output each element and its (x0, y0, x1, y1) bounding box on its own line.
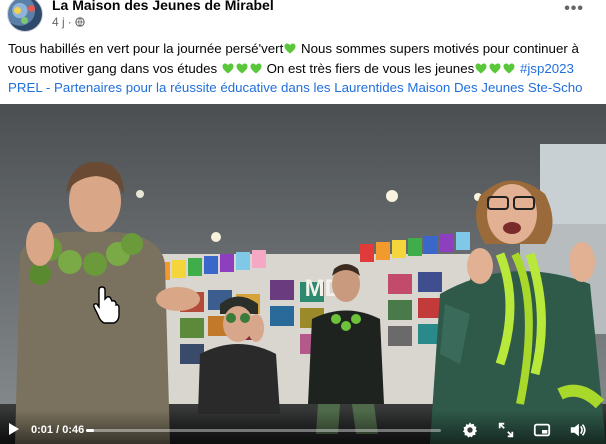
post-header: La Maison des Jeunes de Mirabel 4 j · ••… (0, 0, 606, 34)
video-frame: MDJ (0, 104, 606, 444)
globe-icon (74, 17, 85, 27)
hashtag-link[interactable]: #jsp2023 (520, 61, 574, 76)
mention-link-prel[interactable]: PREL - Partenaires pour la réussite éduc… (8, 80, 404, 95)
green-heart-icon (284, 43, 296, 54)
post-text-part: On est très fiers de vous les jeunes (262, 60, 475, 76)
mention-link-mdj[interactable]: Maison Des Jeunes Ste-Scho (407, 80, 582, 95)
post-text: Tous habillés en vert pour la journée pe… (8, 39, 598, 98)
post-text-part: Tous habillés en vert pour la journée pe… (8, 41, 284, 56)
green-heart-icon (250, 63, 262, 73)
settings-icon[interactable] (461, 421, 479, 439)
green-heart-icon (489, 63, 501, 73)
volume-icon[interactable] (569, 421, 587, 439)
time-separator: / (53, 424, 63, 436)
progress-fill (86, 429, 94, 432)
post-time[interactable]: 4 j (52, 15, 65, 29)
miniplayer-icon[interactable] (533, 421, 551, 439)
green-heart-icon (503, 63, 515, 73)
page-name[interactable]: La Maison des Jeunes de Mirabel (52, 0, 274, 13)
more-options-icon[interactable]: ••• (564, 0, 584, 18)
current-time: 0:01 (31, 424, 54, 436)
meta-separator: · (67, 15, 72, 29)
post-meta: 4 j · (52, 15, 85, 29)
progress-bar[interactable] (86, 429, 441, 432)
play-icon[interactable] (8, 422, 20, 436)
duration: 0:46 (62, 424, 85, 436)
video-controls: 0:01 / 0:46 (0, 410, 606, 444)
green-heart-icon (475, 63, 487, 73)
green-heart-icon (236, 63, 248, 73)
page-avatar[interactable] (7, 0, 43, 32)
video-player[interactable]: MDJ 0:01 / 0:46 (0, 104, 606, 444)
video-time: 0:01 / 0:46 (31, 424, 84, 436)
expand-icon[interactable] (497, 421, 515, 439)
green-heart-icon (222, 63, 234, 73)
